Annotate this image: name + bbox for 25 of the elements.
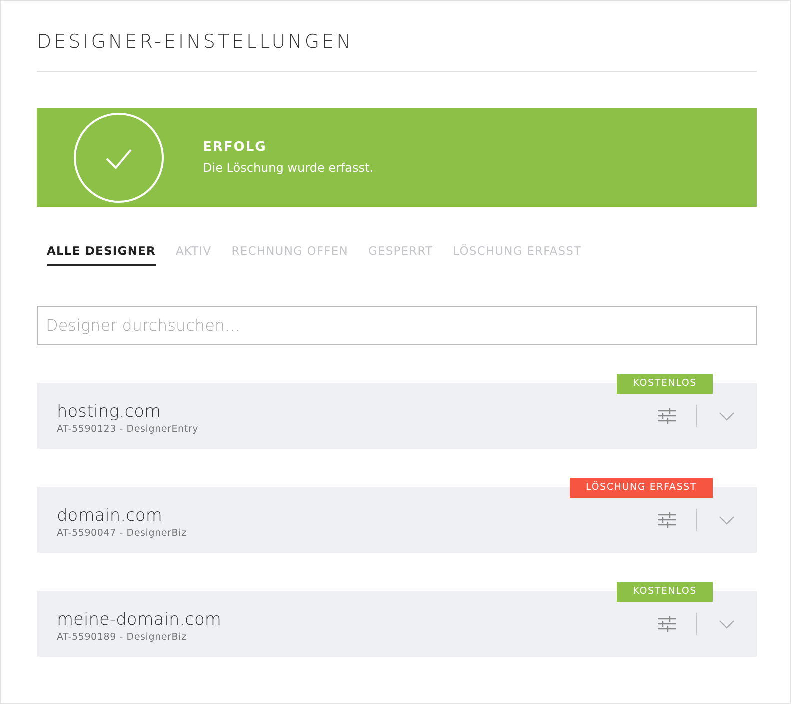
filter-tab[interactable]: GESPERRT xyxy=(368,244,434,266)
filter-tab[interactable]: LÖSCHUNG ERFASST xyxy=(453,244,582,266)
domain-name: domain.com xyxy=(57,506,164,526)
filter-tab[interactable]: AKTIV xyxy=(176,244,212,266)
status-badge: LÖSCHUNG ERFASST xyxy=(570,478,713,498)
status-badge: KOSTENLOS xyxy=(617,374,713,394)
check-circle-icon xyxy=(73,112,165,204)
page-title: DESIGNER-EINSTELLUNGEN xyxy=(37,31,757,72)
designer-details: AT-5590189 - DesignerBiz xyxy=(57,632,188,642)
search-field[interactable]: Designer durchsuchen... xyxy=(37,306,757,345)
expand-button[interactable] xyxy=(719,412,735,420)
settings-button[interactable] xyxy=(658,408,676,424)
filter-tab[interactable]: ALLE DESIGNER xyxy=(47,244,156,266)
domain-name: hosting.com xyxy=(57,402,162,422)
status-badge: KOSTENLOS xyxy=(617,582,713,602)
filter-tab[interactable]: RECHNUNG OFFEN xyxy=(232,244,348,266)
alert-message: Die Löschung wurde erfasst. xyxy=(203,161,374,175)
expand-button[interactable] xyxy=(719,620,735,628)
settings-button[interactable] xyxy=(658,512,676,528)
settings-button[interactable] xyxy=(658,616,676,632)
expand-button[interactable] xyxy=(719,516,735,524)
designer-details: AT-5590047 - DesignerBiz xyxy=(57,528,188,538)
alert-title: ERFOLG xyxy=(203,140,268,155)
domain-name: meine-domain.com xyxy=(57,610,222,630)
designer-details: AT-5590123 - DesignerEntry xyxy=(57,424,200,434)
